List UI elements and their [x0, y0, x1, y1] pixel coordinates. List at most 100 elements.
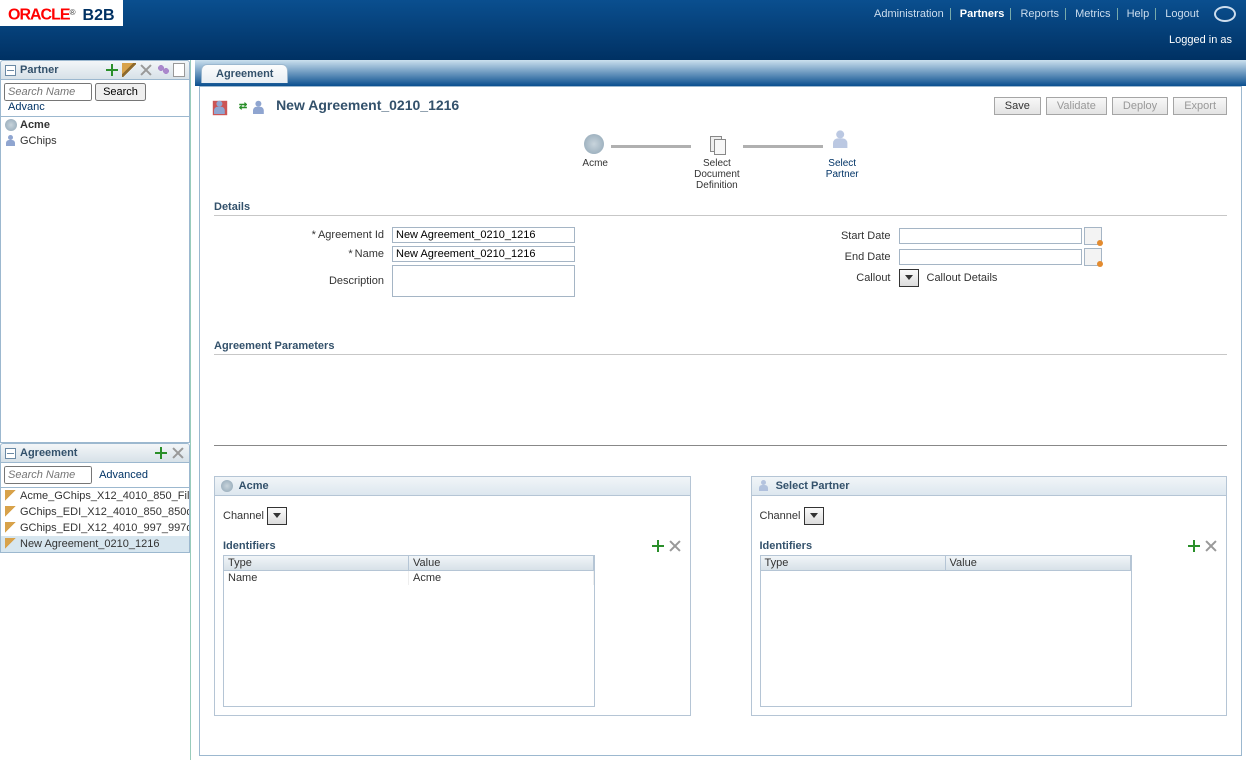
flow-connector: [743, 145, 823, 148]
tab-agreement[interactable]: Agreement: [201, 64, 288, 83]
agreement-item[interactable]: New Agreement_0210_1216: [1, 536, 189, 552]
delete-partner-icon[interactable]: [139, 63, 153, 77]
label-channel: Channel: [223, 510, 264, 522]
agreement-panel-title: Agreement: [20, 447, 77, 459]
pencil-icon: [5, 522, 17, 534]
tab-strip: Agreement: [195, 60, 1246, 86]
name-input[interactable]: [392, 246, 575, 262]
identifiers-table-left: Type Value Name Acme: [223, 555, 595, 707]
document-select-icon: [706, 134, 728, 156]
user-grey-icon: [758, 480, 770, 492]
nav-metrics[interactable]: Metrics: [1069, 8, 1117, 20]
separator: [214, 445, 1227, 446]
flow-node-select-document[interactable]: Select Document Definition: [694, 134, 740, 191]
agreement-item[interactable]: Acme_GChips_X12_4010_850_File: [1, 488, 189, 504]
nav-logout[interactable]: Logout: [1159, 8, 1205, 20]
activity-indicator-icon: [1214, 6, 1236, 22]
flow-node-acme: Acme: [582, 134, 608, 169]
end-date-input[interactable]: [899, 249, 1082, 265]
globe-icon: [221, 480, 233, 492]
agreement-search-input[interactable]: [4, 466, 92, 484]
partner-item-gchips[interactable]: GChips: [1, 133, 189, 149]
pencil-icon: [5, 506, 17, 518]
label-start-date: Start Date: [841, 230, 891, 242]
channel-dropdown-right[interactable]: [804, 507, 824, 525]
channel-dropdown-left[interactable]: [267, 507, 287, 525]
collapse-icon[interactable]: [5, 65, 16, 76]
start-date-input[interactable]: [899, 228, 1082, 244]
edit-partner-icon[interactable]: [122, 63, 136, 77]
partner-panel-right: Select Partner Channel Identifiers: [751, 476, 1228, 716]
sidebar: Partner Search Advanc Acme GChips Ag: [0, 60, 191, 760]
flow-diagram: Acme Select Document Definition Select: [214, 134, 1227, 191]
partner-search-button[interactable]: Search: [95, 83, 146, 101]
delete-identifier-icon[interactable]: [1204, 539, 1218, 553]
identifiers-header-right: Identifiers: [760, 540, 813, 552]
pencil-icon: [5, 490, 17, 502]
action-bar: Save Validate Deploy Export: [992, 97, 1227, 115]
partner-list: Acme GChips: [0, 117, 190, 443]
agreement-item[interactable]: GChips_EDI_X12_4010_997_997de: [1, 520, 189, 536]
user-icon: [5, 135, 17, 147]
agreement-list: Acme_GChips_X12_4010_850_File GChips_EDI…: [0, 488, 190, 553]
label-channel: Channel: [760, 510, 801, 522]
partner-panel-right-title: Select Partner: [776, 480, 850, 492]
params-section-header: Agreement Parameters: [214, 340, 1227, 355]
header-nav: Administration Partners Reports Metrics …: [868, 6, 1236, 22]
add-agreement-icon[interactable]: [154, 446, 168, 460]
add-identifier-icon[interactable]: [651, 539, 665, 553]
identifier-row[interactable]: Name Acme: [224, 571, 594, 585]
agreement-panel-header: Agreement: [0, 443, 190, 463]
label-end-date: End Date: [845, 251, 891, 263]
col-value: Value: [409, 556, 594, 570]
partner-search-row: Search Advanc: [0, 80, 190, 117]
main-area: Agreement Save Validate Deploy Export ⇄ …: [195, 60, 1246, 760]
export-button[interactable]: Export: [1173, 97, 1227, 115]
nav-help[interactable]: Help: [1121, 8, 1157, 20]
partner-advanced-link[interactable]: Advanc: [8, 101, 45, 113]
delete-identifier-icon[interactable]: [668, 539, 682, 553]
flow-connector: [611, 145, 691, 148]
validate-button[interactable]: Validate: [1046, 97, 1107, 115]
partners-row: Acme Channel Identifiers: [214, 476, 1227, 716]
nav-reports[interactable]: Reports: [1014, 8, 1066, 20]
partner-panel-header: Partner: [0, 60, 190, 80]
agreement-id-input[interactable]: [392, 227, 575, 243]
partner-search-input[interactable]: [4, 83, 92, 101]
col-type: Type: [224, 556, 409, 570]
pencil-icon: [5, 538, 17, 550]
callout-dropdown[interactable]: [899, 269, 919, 287]
page-partner-icon[interactable]: [173, 63, 185, 77]
deploy-button[interactable]: Deploy: [1112, 97, 1168, 115]
partner-item-acme[interactable]: Acme: [1, 117, 189, 133]
collapse-icon[interactable]: [5, 448, 16, 459]
flow-node-select-partner[interactable]: Select Partner: [826, 134, 859, 180]
globe-icon: [584, 134, 604, 154]
col-type: Type: [761, 556, 946, 570]
group-partner-icon[interactable]: [156, 63, 170, 77]
label-callout: Callout: [856, 272, 890, 284]
label-agreement-id: Agreement Id: [318, 229, 384, 241]
end-date-picker-icon[interactable]: [1084, 248, 1102, 266]
app-header: ORACLE® B2B Administration Partners Repo…: [0, 0, 1246, 60]
brand-logo: ORACLE® B2B: [0, 0, 123, 26]
start-date-picker-icon[interactable]: [1084, 227, 1102, 245]
agreement-advanced-link[interactable]: Advanced: [99, 469, 148, 481]
callout-details-link[interactable]: Callout Details: [927, 272, 998, 284]
partner-panel-left: Acme Channel Identifiers: [214, 476, 691, 716]
nav-administration[interactable]: Administration: [868, 8, 951, 20]
label-description: Description: [329, 275, 384, 287]
description-input[interactable]: [392, 265, 575, 297]
agreement-item[interactable]: GChips_EDI_X12_4010_850_850de: [1, 504, 189, 520]
exchange-icon: ⇄: [239, 101, 247, 112]
col-value: Value: [946, 556, 1131, 570]
save-button[interactable]: Save: [994, 97, 1041, 115]
globe-icon: [5, 119, 17, 131]
add-partner-icon[interactable]: [105, 63, 119, 77]
add-identifier-icon[interactable]: [1187, 539, 1201, 553]
details-section-header: Details: [214, 201, 1227, 216]
nav-partners[interactable]: Partners: [954, 8, 1012, 20]
main-content: Save Validate Deploy Export ⇄ New Agreem…: [199, 86, 1242, 756]
brand-oracle: ORACLE: [8, 7, 70, 24]
delete-agreement-icon[interactable]: [171, 446, 185, 460]
